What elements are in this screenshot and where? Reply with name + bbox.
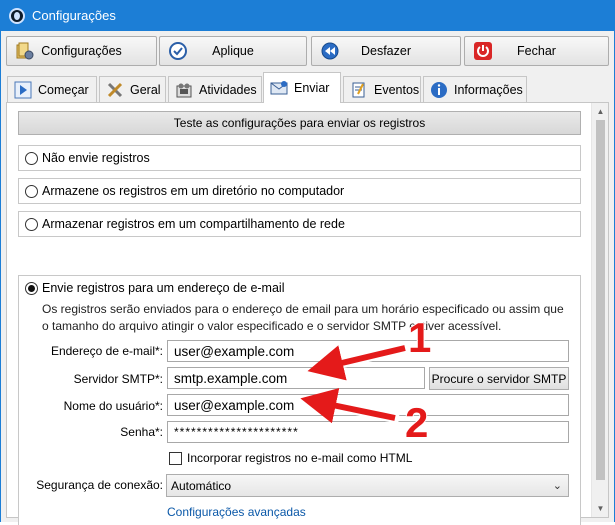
chevron-down-icon: ⌄ [552, 480, 562, 492]
option-no-send[interactable]: Não envie registros [18, 145, 581, 171]
password-label: Senha*: [120, 425, 163, 439]
rewind-icon [321, 42, 339, 60]
scroll-down-icon[interactable]: ▼ [592, 500, 609, 517]
tab-enviar[interactable]: Enviar [263, 72, 341, 103]
username-field[interactable]: user@example.com [167, 394, 569, 416]
settings-button-label: Configurações [41, 44, 122, 58]
security-label: Segurança de conexão: [36, 478, 163, 492]
advanced-settings-link[interactable]: Configurações avançadas [167, 505, 306, 519]
clock-check-icon [169, 42, 187, 60]
scroll-up-icon[interactable]: ▲ [592, 103, 609, 120]
option-label: Envie registros para um endereço de e-ma… [42, 281, 285, 295]
password-field[interactable]: ********************** [167, 421, 569, 443]
email-options-group: Envie registros para um endereço de e-ma… [18, 275, 581, 525]
send-tab-panel: Teste as configurações para enviar os re… [6, 102, 609, 525]
radio-network-share[interactable] [25, 217, 38, 231]
smtp-server-label: Servidor SMTP*: [73, 372, 163, 386]
undo-button-label: Desfazer [360, 44, 412, 58]
username-label: Nome do usuário*: [63, 399, 163, 413]
tab-comecar[interactable]: Começar [7, 76, 97, 102]
security-value: Automático [171, 478, 232, 493]
apply-button-label: Aplique [212, 44, 254, 58]
tab-geral[interactable]: Geral [99, 76, 166, 102]
smtp-server-field[interactable]: smtp.example.com [167, 367, 425, 389]
option-label: Não envie registros [42, 151, 150, 165]
security-select[interactable]: Automático ⌄ [166, 474, 569, 497]
email-description: Os registros serão enviados para o ender… [42, 302, 564, 333]
radio-email[interactable] [25, 281, 38, 295]
tab-label: Enviar [294, 81, 330, 95]
tools-icon [107, 82, 123, 97]
test-settings-button[interactable]: Teste as configurações para enviar os re… [18, 111, 581, 135]
settings-button[interactable]: Configurações [6, 36, 157, 66]
option-local-dir[interactable]: Armazene os registros em um diretório no… [18, 178, 581, 204]
tab-label: Geral [130, 82, 161, 97]
notepad-icon [352, 82, 365, 97]
radio-no-send[interactable] [25, 151, 38, 165]
settings-window: Configurações Aplique Desfazer Fechar Co… [0, 31, 615, 525]
option-network-share[interactable]: Armazenar registros em um compartilhamen… [18, 211, 581, 237]
html-checkbox[interactable] [169, 452, 182, 465]
app-icon [9, 7, 25, 24]
vertical-scrollbar[interactable]: ▲ ▼ [591, 103, 608, 517]
option-label: Armazene os registros em um diretório no… [42, 184, 345, 198]
power-icon [474, 42, 492, 60]
window-title: Configurações [32, 8, 116, 23]
tab-label: Atividades [199, 82, 257, 97]
info-icon [431, 81, 447, 98]
tab-atividades[interactable]: Atividades [168, 76, 262, 102]
activities-icon [176, 83, 192, 97]
undo-button[interactable]: Desfazer [311, 36, 461, 66]
tab-label: Eventos [374, 82, 420, 97]
title-bar: Configurações [0, 0, 615, 31]
radio-local-dir[interactable] [25, 184, 38, 198]
option-label: Armazenar registros em um compartilhamen… [42, 217, 345, 231]
tab-label: Informações [454, 82, 523, 97]
tab-bar: Começar Geral Atividades Enviar Eventos … [7, 72, 607, 103]
html-checkbox-label: Incorporar registros no e-mail como HTML [187, 451, 413, 465]
tab-eventos[interactable]: Eventos [343, 76, 421, 102]
settings-icon [16, 42, 34, 60]
mail-icon [270, 81, 288, 95]
close-button-label: Fechar [517, 44, 556, 58]
tab-label: Começar [38, 82, 89, 97]
option-email[interactable]: Envie registros para um endereço de e-ma… [19, 281, 284, 295]
email-address-label: Endereço de e-mail*: [50, 344, 163, 358]
apply-button[interactable]: Aplique [159, 36, 307, 66]
scroll-thumb[interactable] [596, 120, 605, 480]
find-smtp-button[interactable]: Procure o servidor SMTP [429, 367, 569, 390]
tab-informacoes[interactable]: Informações [423, 76, 527, 102]
close-button[interactable]: Fechar [464, 36, 609, 66]
email-address-field[interactable]: user@example.com [167, 340, 569, 362]
play-icon [14, 81, 32, 98]
